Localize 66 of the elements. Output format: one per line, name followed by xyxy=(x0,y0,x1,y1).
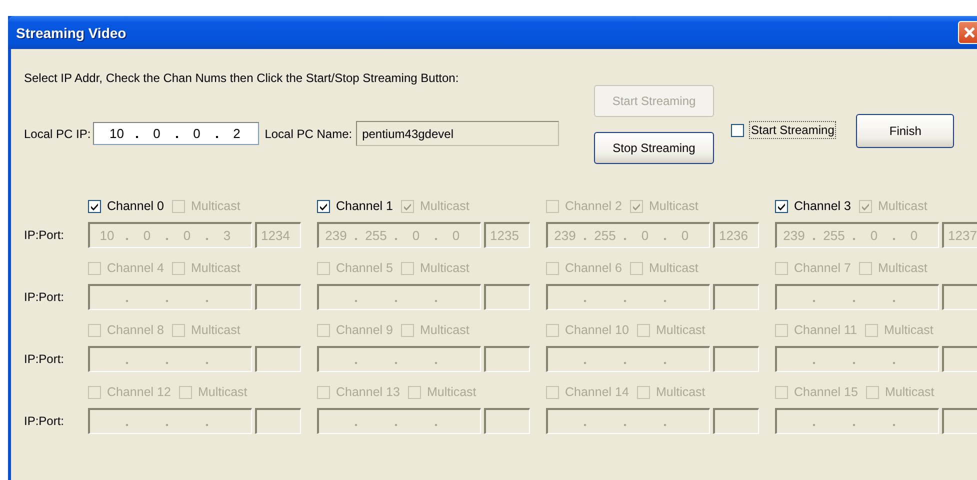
checkbox[interactable] xyxy=(88,200,101,212)
checkbox-label[interactable]: Start Streaming xyxy=(749,121,836,139)
checkbox[interactable] xyxy=(317,200,330,212)
checkbox-label: Multicast xyxy=(426,385,476,399)
port-field[interactable]: 1234 xyxy=(255,222,301,248)
checkbox[interactable] xyxy=(731,124,744,136)
field-label: IP:Port: xyxy=(24,228,66,242)
checkbox-label: Channel 11 xyxy=(794,323,858,337)
window-title: Streaming Video xyxy=(16,24,126,40)
port-field[interactable] xyxy=(255,408,301,434)
instruction-text: Select IP Addr, Check the Chan Nums then Click the Start/Stop Streaming Button: xyxy=(24,71,460,85)
close-icon xyxy=(964,27,975,38)
checkbox[interactable] xyxy=(775,200,788,212)
checkbox-label: Channel 7 xyxy=(794,261,851,275)
checkbox-label: Multicast xyxy=(878,261,928,275)
port-field[interactable] xyxy=(713,346,759,372)
field-label: IP:Port: xyxy=(24,290,66,304)
close-button[interactable] xyxy=(958,21,977,44)
checkbox-label: Multicast xyxy=(656,385,706,399)
checkbox-label: Channel 15 xyxy=(794,385,858,399)
checkbox-label: Multicast xyxy=(420,261,470,275)
field-label: IP:Port: xyxy=(24,352,66,366)
stop-button[interactable]: Stop Streaming xyxy=(594,132,714,164)
checkbox-label: Multicast xyxy=(191,199,240,213)
ip-address-field[interactable]: 10 0 0 2 xyxy=(92,122,259,145)
checkbox-label: Channel 3 xyxy=(794,199,851,213)
field-label: IP:Port: xyxy=(24,414,66,428)
checkbox-label: Multicast xyxy=(191,323,240,337)
port-field[interactable] xyxy=(942,408,977,434)
checkbox-label: Channel 0 xyxy=(107,199,164,213)
port-field[interactable]: 1237 xyxy=(942,222,977,248)
port-field[interactable] xyxy=(255,346,301,372)
checkbox-label: Multicast xyxy=(656,323,706,337)
checkbox-label: Channel 5 xyxy=(336,261,393,275)
port-field[interactable] xyxy=(942,346,977,372)
checkbox-label: Multicast xyxy=(420,199,470,213)
port-field[interactable] xyxy=(484,346,530,372)
checkbox-label: Channel 1 xyxy=(336,199,393,213)
checkbox-label: Multicast xyxy=(191,261,240,275)
checkbox-label: Multicast xyxy=(198,385,248,399)
checkbox-label: Multicast xyxy=(878,199,928,213)
port-field[interactable] xyxy=(713,284,759,310)
port-field[interactable]: 1235 xyxy=(484,222,530,248)
checkbox-label: Multicast xyxy=(884,385,934,399)
checkbox-label: Channel 13 xyxy=(336,385,400,399)
port-field[interactable] xyxy=(942,284,977,310)
port-field[interactable] xyxy=(255,284,301,310)
field-label: Local PC IP: xyxy=(24,126,91,140)
checkbox-label: Channel 2 xyxy=(565,199,622,213)
name-field[interactable]: pentium43gdevel xyxy=(356,121,560,146)
checkbox-label: Channel 14 xyxy=(565,385,629,399)
field-label: Local PC Name: xyxy=(264,126,352,140)
checkbox-label: Multicast xyxy=(649,199,698,213)
checkbox-label: Channel 12 xyxy=(107,385,171,399)
port-field[interactable] xyxy=(713,408,759,434)
port-field[interactable] xyxy=(484,284,530,310)
checkbox-label: Channel 8 xyxy=(107,323,164,337)
checkbox-label: Multicast xyxy=(420,323,470,337)
checkbox-label: Channel 6 xyxy=(565,261,622,275)
port-field[interactable] xyxy=(484,408,530,434)
finish-button[interactable]: Finish xyxy=(856,114,954,148)
checkbox-label: Channel 10 xyxy=(565,323,629,337)
checkbox-label: Multicast xyxy=(649,261,698,275)
checkbox-label: Channel 9 xyxy=(336,323,393,337)
checkbox-label: Channel 4 xyxy=(107,261,164,275)
checkbox-label: Multicast xyxy=(884,323,934,337)
